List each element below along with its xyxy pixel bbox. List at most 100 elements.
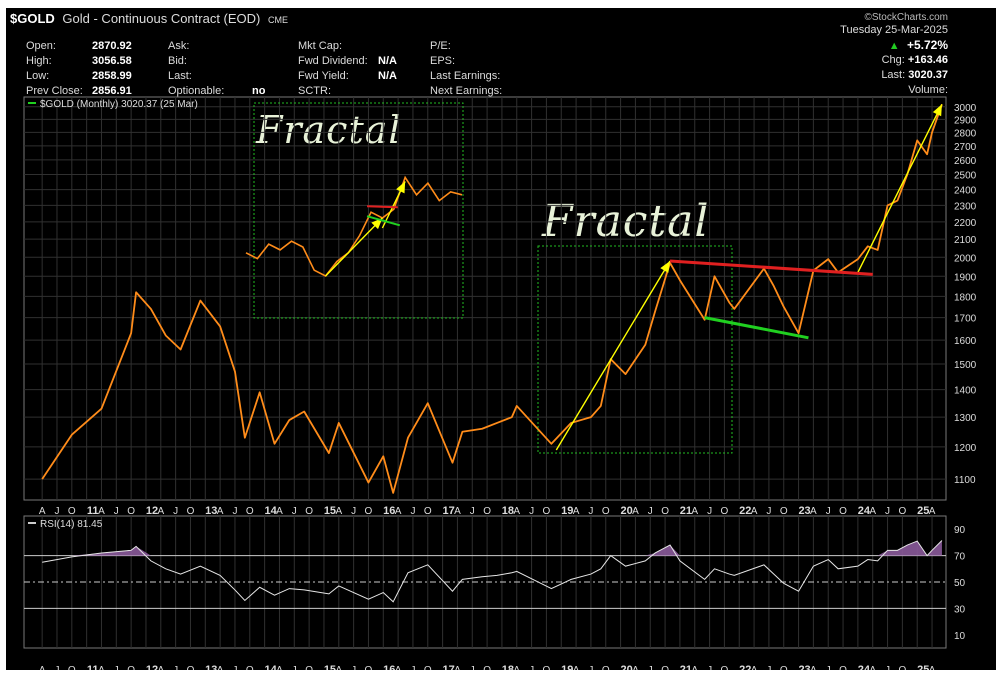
y-tick-label: 1300 <box>954 413 977 424</box>
x-tick-label: J <box>707 506 712 517</box>
x-tick-label: 18 <box>502 664 514 670</box>
x-tick-label: O <box>602 665 610 670</box>
x-tick-label: 11 <box>87 505 99 517</box>
rsi-overbought-fill <box>42 540 942 556</box>
price-panel <box>23 96 947 501</box>
x-tick-label: J <box>529 665 534 670</box>
x-tick-label: O <box>246 506 254 517</box>
x-tick-label: A <box>335 665 342 670</box>
x-tick-label: 17 <box>442 505 454 517</box>
x-tick-label: 20 <box>620 664 632 670</box>
x-tick-label: O <box>661 506 669 517</box>
x-tick-label: A <box>751 506 758 517</box>
x-tick-label: 12 <box>146 664 158 670</box>
x-tick-label: A <box>39 665 46 670</box>
x-tick-label: J <box>232 506 237 517</box>
overlay-support <box>704 316 809 340</box>
x-tick-label: A <box>929 506 936 517</box>
rsi-tick-label: 70 <box>954 552 966 563</box>
x-tick-label: J <box>114 665 119 670</box>
y-tick-label: 2000 <box>954 253 977 264</box>
inset-resistance <box>367 205 398 209</box>
overlay-arrow_2023 <box>857 103 943 273</box>
x-tick-label: A <box>869 506 876 517</box>
x-tick-label: O <box>839 506 847 517</box>
y-tick-label: 1100 <box>954 475 976 486</box>
x-tick-label: 17 <box>442 664 454 670</box>
x-tick-label: O <box>543 506 551 517</box>
x-tick-label: A <box>869 665 876 670</box>
x-tick-label: O <box>305 665 313 670</box>
x-tick-label: A <box>513 665 520 670</box>
x-tick-label: O <box>365 665 373 670</box>
rsi-tick-label: 10 <box>954 631 966 642</box>
x-tick-label: J <box>470 665 475 670</box>
x-tick-label: O <box>187 665 195 670</box>
x-tick-label: 12 <box>146 505 158 517</box>
x-tick-label: J <box>410 506 415 517</box>
x-tick-label: O <box>424 506 432 517</box>
x-tick-label: J <box>470 506 475 517</box>
y-tick-label: 1900 <box>954 272 977 283</box>
y-tick-label: 3000 <box>954 103 977 114</box>
y-tick-label: 1600 <box>954 336 977 347</box>
x-tick-label: J <box>707 665 712 670</box>
x-tick-label: 19 <box>561 664 573 670</box>
x-tick-label: J <box>648 665 653 670</box>
rsi-tick-label: 90 <box>954 525 966 536</box>
x-tick-label: 15 <box>324 664 336 670</box>
x-tick-label: A <box>98 665 105 670</box>
x-tick-label: J <box>292 506 297 517</box>
x-tick-label: O <box>483 665 491 670</box>
y-tick-label: 2800 <box>954 128 977 139</box>
x-tick-label: J <box>292 665 297 670</box>
x-tick-label: 21 <box>680 505 692 517</box>
x-tick-label: J <box>826 665 831 670</box>
x-tick-label: A <box>810 506 817 517</box>
x-tick-label: J <box>232 665 237 670</box>
x-tick-label: A <box>157 506 164 517</box>
x-tick-label: A <box>513 506 520 517</box>
x-tick-label: J <box>529 506 534 517</box>
x-tick-label: A <box>217 506 224 517</box>
x-tick-label: A <box>691 665 698 670</box>
x-tick-label: A <box>395 665 402 670</box>
x-tick-label: A <box>632 506 639 517</box>
x-tick-label: 18 <box>502 505 514 517</box>
x-tick-label: 25 <box>917 664 929 670</box>
price-legend: $GOLD (Monthly) 3020.37 (25 Mar) <box>40 99 198 110</box>
y-tick-label: 2700 <box>954 142 977 153</box>
x-tick-label: A <box>217 665 224 670</box>
y-tick-label: 1700 <box>954 314 977 325</box>
x-tick-label: A <box>395 506 402 517</box>
x-tick-label: A <box>454 665 461 670</box>
x-tick-label: O <box>721 506 729 517</box>
x-tick-label: J <box>351 506 356 517</box>
rsi-tick-label: 30 <box>954 604 966 615</box>
fractal-box-small <box>253 102 464 319</box>
x-tick-label: 15 <box>324 505 336 517</box>
x-tick-label: J <box>54 665 59 670</box>
x-tick-label: 16 <box>383 505 395 517</box>
chart-frame: $GOLD Gold - Continuous Contract (EOD) C… <box>6 8 996 670</box>
x-tick-label: A <box>691 506 698 517</box>
rsi-tick-label: 50 <box>954 578 966 589</box>
x-tick-label: 22 <box>739 664 751 670</box>
x-tick-label: J <box>173 506 178 517</box>
x-tick-label: 16 <box>383 664 395 670</box>
x-tick-label: A <box>632 665 639 670</box>
x-tick-label: J <box>885 506 890 517</box>
x-tick-label: A <box>39 506 46 517</box>
x-tick-label: 20 <box>620 505 632 517</box>
x-tick-label: A <box>810 665 817 670</box>
price-series-line <box>41 104 943 494</box>
x-tick-label: A <box>573 506 580 517</box>
x-tick-label: O <box>365 506 373 517</box>
y-tick-label: 1500 <box>954 360 977 371</box>
x-tick-label: O <box>721 665 729 670</box>
rsi-series-line <box>42 540 943 603</box>
y-tick-label: 2400 <box>954 186 977 197</box>
x-tick-label: O <box>483 506 491 517</box>
x-tick-label: 13 <box>205 664 217 670</box>
x-tick-label: 19 <box>561 505 573 517</box>
